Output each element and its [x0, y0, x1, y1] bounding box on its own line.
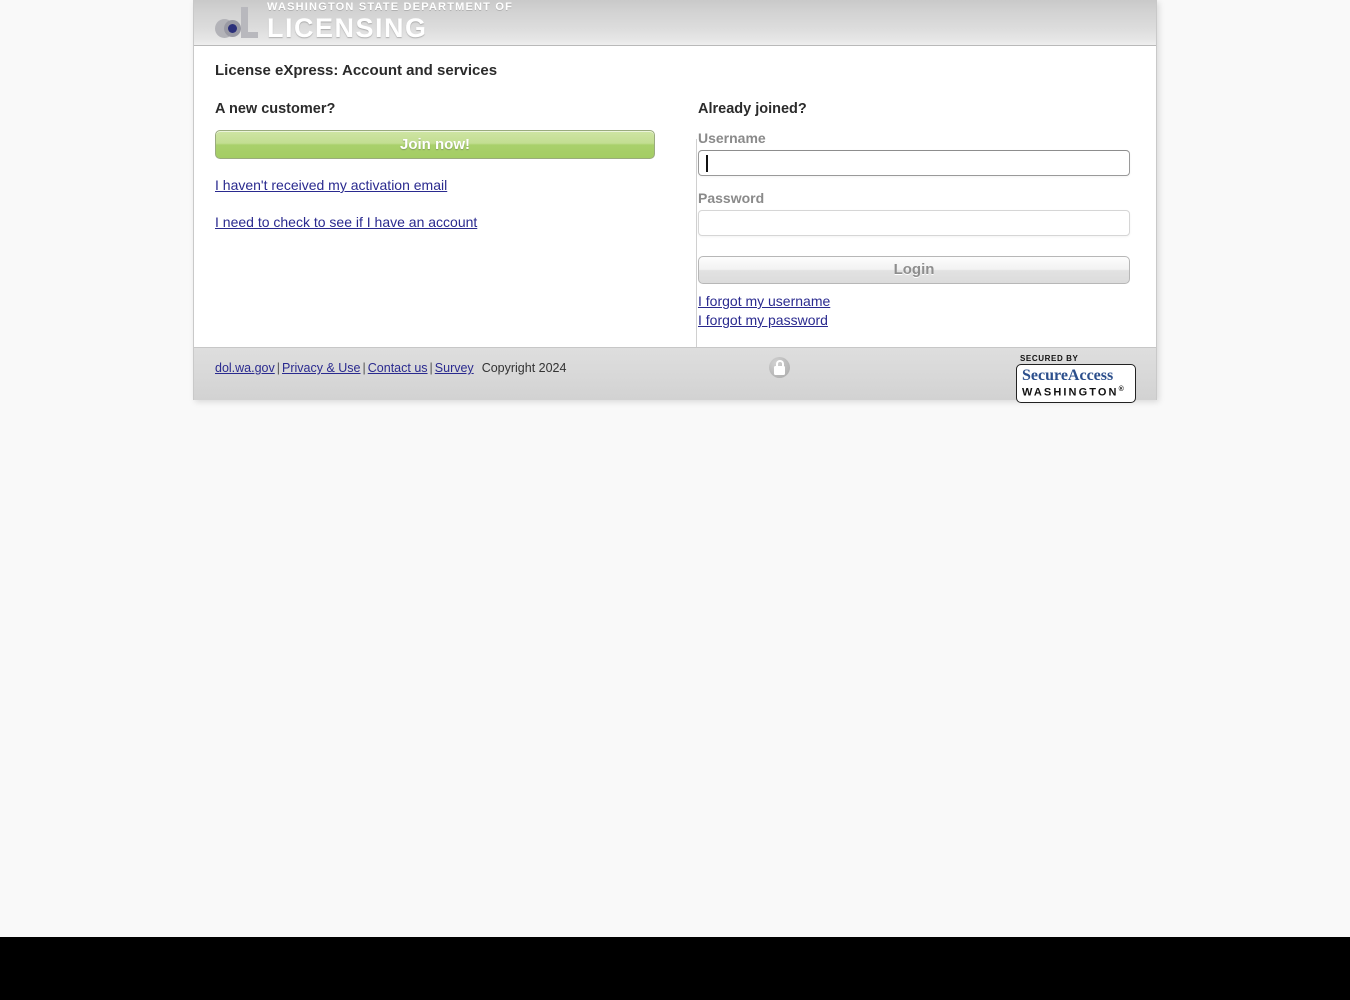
dol-logo-icon: [215, 5, 259, 41]
footer-link-survey[interactable]: Survey: [435, 361, 474, 375]
check-account-link[interactable]: I need to check to see if I have an acco…: [215, 214, 477, 230]
footer-link-contact[interactable]: Contact us: [368, 361, 428, 375]
footer-link-dol[interactable]: dol.wa.gov: [215, 361, 275, 375]
password-field-group: Password: [698, 190, 1130, 236]
site-footer: dol.wa.gov | Privacy & Use | Contact us | Surv…: [194, 347, 1156, 403]
page-root: WASHINGTON STATE DEPARTMENT OF LICENSING…: [0, 0, 1350, 1000]
site-header: WASHINGTON STATE DEPARTMENT OF LICENSING: [194, 0, 1156, 46]
new-customer-heading: A new customer?: [215, 101, 336, 117]
footer-separator: |: [362, 361, 366, 375]
badge-secured-by-label: SECURED BY: [1020, 354, 1079, 363]
activation-email-link[interactable]: I haven't received my activation email: [215, 177, 447, 193]
page-title: License eXpress: Account and services: [215, 62, 498, 79]
footer-separator: |: [429, 361, 433, 375]
login-card: WASHINGTON STATE DEPARTMENT OF LICENSING…: [193, 0, 1157, 403]
forgot-username-link[interactable]: I forgot my username: [698, 292, 1115, 311]
forgot-links: I forgot my username I forgot my passwor…: [698, 292, 1115, 330]
agency-name-small: WASHINGTON STATE DEPARTMENT OF: [267, 1, 514, 13]
brand-lockup[interactable]: WASHINGTON STATE DEPARTMENT OF LICENSING: [215, 0, 514, 45]
footer-link-bar: dol.wa.gov | Privacy & Use | Contact us | Surv…: [215, 361, 566, 375]
padlock-icon: [769, 357, 790, 378]
already-joined-heading: Already joined?: [698, 101, 807, 117]
new-customer-column: A new customer? Join now! I haven't rece…: [215, 101, 675, 330]
footer-link-privacy[interactable]: Privacy & Use: [282, 361, 361, 375]
username-field-group: Username: [698, 130, 1130, 176]
forgot-password-link[interactable]: I forgot my password: [698, 311, 1115, 330]
username-label: Username: [698, 130, 766, 146]
password-label: Password: [698, 190, 765, 206]
password-input[interactable]: [698, 210, 1130, 236]
secureaccess-washington-badge[interactable]: SECURED BY SecureAccess WASHINGTON®: [1016, 354, 1136, 403]
login-button[interactable]: Login: [698, 256, 1130, 284]
badge-secureaccess-text: SecureAccess: [1022, 367, 1114, 384]
main-content: License eXpress: Account and services A …: [194, 46, 1156, 388]
text-caret: [706, 155, 708, 172]
username-input[interactable]: [698, 150, 1130, 176]
bottom-black-band: [0, 937, 1350, 1000]
copyright-text: Copyright 2024: [481, 361, 567, 375]
agency-name-large: LICENSING: [267, 13, 428, 43]
join-now-button[interactable]: Join now!: [215, 130, 655, 159]
footer-separator: |: [276, 361, 281, 375]
badge-washington-text: WASHINGTON®: [1022, 386, 1124, 399]
login-column: Already joined? Username Password Login: [675, 101, 1130, 330]
two-column-layout: A new customer? Join now! I haven't rece…: [215, 101, 1135, 388]
new-customer-links: I haven't received my activation email I…: [215, 177, 655, 251]
